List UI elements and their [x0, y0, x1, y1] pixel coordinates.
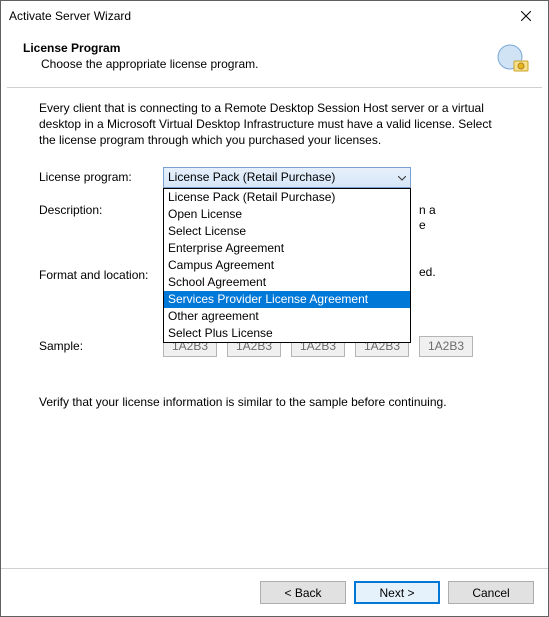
- intro-text: Every client that is connecting to a Rem…: [39, 100, 510, 149]
- license-program-option[interactable]: Other agreement: [164, 308, 410, 325]
- cancel-button[interactable]: Cancel: [448, 581, 534, 604]
- page-subheading: Choose the appropriate license program.: [41, 57, 526, 71]
- format-fragment: ed.: [419, 265, 436, 279]
- license-program-option[interactable]: Enterprise Agreement: [164, 240, 410, 257]
- description-label: Description:: [39, 200, 163, 217]
- license-program-option[interactable]: License Pack (Retail Purchase): [164, 189, 410, 206]
- description-fragment-2: e: [419, 218, 426, 232]
- license-program-option[interactable]: School Agreement: [164, 274, 410, 291]
- license-program-dropdown[interactable]: License Pack (Retail Purchase)Open Licen…: [163, 188, 411, 343]
- chevron-down-icon: [398, 170, 406, 184]
- titlebar: Activate Server Wizard: [1, 1, 548, 31]
- back-button[interactable]: < Back: [260, 581, 346, 604]
- license-program-option[interactable]: Services Provider License Agreement: [164, 291, 410, 308]
- close-icon: [521, 11, 531, 21]
- wizard-header: License Program Choose the appropriate l…: [1, 31, 548, 87]
- license-header-icon: [494, 41, 530, 77]
- license-program-option[interactable]: Campus Agreement: [164, 257, 410, 274]
- sample-label: Sample:: [39, 336, 163, 353]
- license-program-option[interactable]: Open License: [164, 206, 410, 223]
- format-location-label: Format and location:: [39, 265, 163, 282]
- license-program-row: License program: License Pack (Retail Pu…: [39, 167, 510, 188]
- sample-code-box: 1A2B3: [419, 336, 473, 357]
- wizard-footer: < Back Next > Cancel: [1, 568, 548, 616]
- close-button[interactable]: [503, 1, 548, 31]
- license-program-label: License program:: [39, 167, 163, 184]
- next-button[interactable]: Next >: [354, 581, 440, 604]
- description-fragment-1: n a: [419, 203, 436, 217]
- activate-server-wizard-window: Activate Server Wizard License Program C…: [0, 0, 549, 617]
- page-heading: License Program: [23, 41, 526, 55]
- verify-text: Verify that your license information is …: [39, 395, 510, 409]
- license-program-select-value: License Pack (Retail Purchase): [168, 170, 335, 184]
- wizard-body: Every client that is connecting to a Rem…: [1, 88, 548, 568]
- license-program-option[interactable]: Select Plus License: [164, 325, 410, 342]
- window-title: Activate Server Wizard: [9, 9, 503, 23]
- license-program-option[interactable]: Select License: [164, 223, 410, 240]
- license-program-select[interactable]: License Pack (Retail Purchase): [163, 167, 411, 188]
